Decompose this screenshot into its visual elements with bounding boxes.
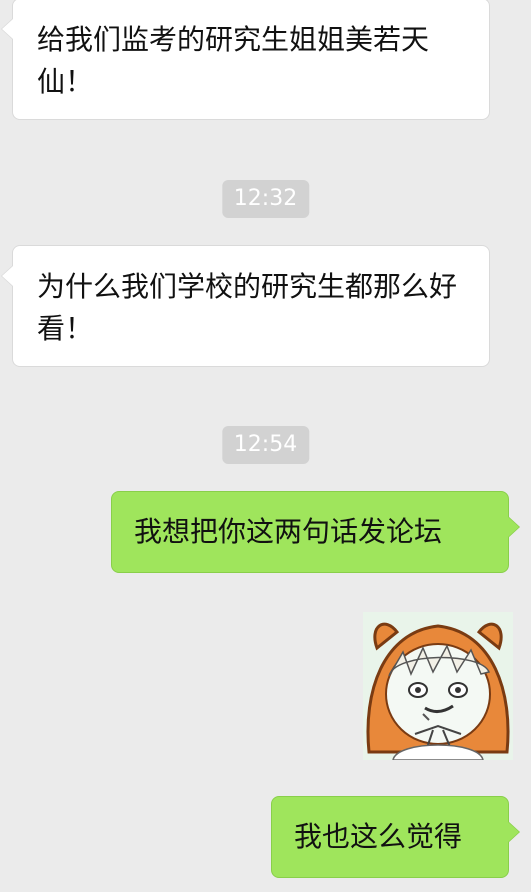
umaru-hamster-hood-sticker-icon — [363, 612, 513, 760]
outgoing-message-bubble[interactable]: 我也这么觉得 — [271, 796, 520, 878]
timestamp-pill: 12:54 — [221, 426, 310, 464]
message-text: 为什么我们学校的研究生都那么好看！ — [37, 270, 458, 345]
outgoing-message-bubble[interactable]: 我想把你这两句话发论坛 — [111, 491, 520, 573]
bubble-tail — [508, 822, 519, 842]
bubble-tail — [2, 266, 13, 286]
message-text: 我想把你这两句话发论坛 — [134, 515, 443, 548]
incoming-message-bubble[interactable]: 给我们监考的研究生姐姐美若天仙！ — [1, 0, 490, 120]
message-text: 我也这么觉得 — [294, 820, 463, 853]
message-text: 给我们监考的研究生姐姐美若天仙！ — [37, 23, 430, 98]
incoming-message-bubble[interactable]: 为什么我们学校的研究生都那么好看！ — [1, 245, 490, 367]
bubble-tail — [2, 19, 13, 39]
bubble-tail — [508, 517, 519, 537]
sticker-image[interactable] — [363, 612, 513, 760]
chat-message-list[interactable]: 给我们监考的研究生姐姐美若天仙！ 12:32 为什么我们学校的研究生都那么好看！… — [0, 0, 531, 892]
timestamp-pill: 12:32 — [221, 180, 310, 218]
